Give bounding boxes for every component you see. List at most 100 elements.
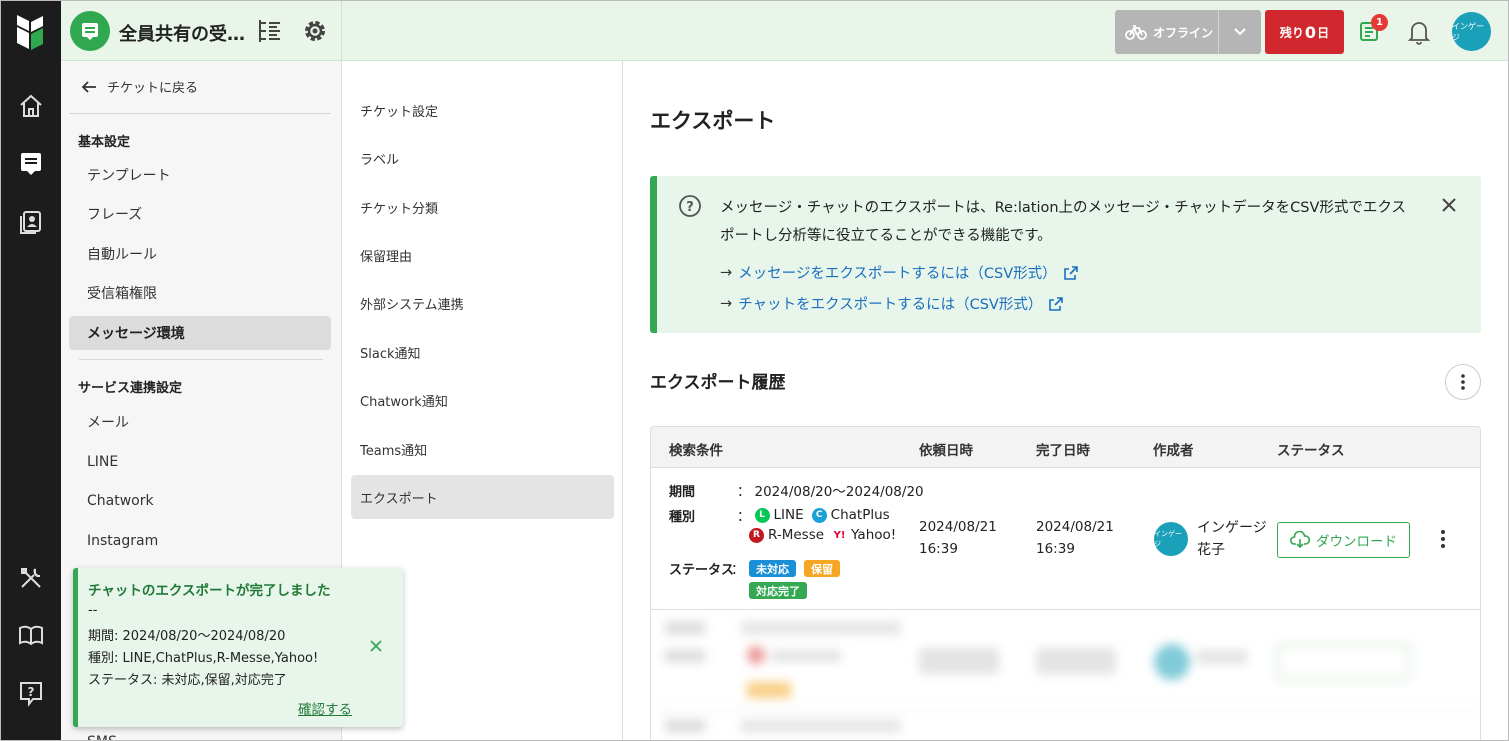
svg-text:?: ? [686,200,694,215]
contacts-icon[interactable] [16,206,46,236]
external-link-icon [1063,265,1078,280]
sidebar-item-template[interactable]: テンプレート [69,158,331,192]
export-history-title: エクスポート履歴 [650,373,786,393]
sidebar-item-inbox-permission[interactable]: 受信箱権限 [69,276,331,310]
chat-export-link-text: チャットをエクスポートするには（CSV形式） [738,297,1043,313]
toast-separator: -- [88,603,98,618]
bell-icon[interactable] [1407,19,1431,45]
section-basic-settings: 基本設定 [78,135,131,150]
status-tag-hold: 保留 [804,560,840,577]
requested-at: 2024/08/21 16:39 [919,516,997,560]
sidebar-item-instagram[interactable]: Instagram [69,524,331,558]
inbox-name[interactable]: 全員共有の受… [119,20,245,46]
row-more-icon[interactable] [1437,528,1449,550]
menu-item-external-system[interactable]: 外部システム連携 [351,281,614,325]
chevron-down-icon [1234,28,1246,36]
status-label: オフライン [1153,25,1214,40]
main-content: エクスポート ? メッセージ・チャットのエクスポートは、Re:lation上のメ… [623,61,1508,740]
toast-period: 期間: 2024/08/20〜2024/08/20 [88,629,286,644]
column-creator: 作成者 [1153,443,1194,459]
kind-values-line2: R R-Messe Y! Yahoo! [749,527,896,543]
inbox-icon[interactable] [70,11,110,51]
back-label: チケットに戻る [107,81,199,96]
toast-confirm-link[interactable]: 確認する [298,698,352,718]
sidebar-item-message-environment[interactable]: メッセージ環境 [69,316,331,350]
export-complete-toast: チャットのエクスポートが完了しました -- 期間: 2024/08/20〜202… [73,568,403,727]
info-banner: ? メッセージ・チャットのエクスポートは、Re:lation上のメッセージ・チャ… [650,176,1481,333]
app-window: ? 全員共有の受… オフライン 残り 0 日 1 インゲージ チケットに戻る 基… [0,0,1509,741]
remaining-value: 0 [1304,22,1317,42]
yahoo-channel-icon: Y! [832,527,848,543]
tools-icon[interactable] [16,563,46,593]
menu-item-ticket-settings[interactable]: チケット設定 [351,88,614,132]
creator-name-line1: インゲージ [1197,520,1267,536]
creator-avatar: インゲージ [1154,522,1188,556]
chatplus-channel-icon: C [811,507,827,523]
remaining-prefix: 残り [1279,25,1304,40]
divider [69,113,331,114]
export-history-table: 検索条件 依頼日時 完了日時 作成者 ステータス 期間 ： 2024/08/20… [650,426,1481,740]
remaining-suffix: 日 [1317,25,1330,40]
colon: ： [737,509,751,525]
sidebar-item-auto-rule[interactable]: 自動ルール [69,237,331,271]
kind-label: 種別 [669,510,696,525]
menu-item-chatwork[interactable]: Chatwork通知 [351,378,614,422]
download-button[interactable]: ダウンロード [1277,522,1410,558]
inbox-tree-icon[interactable] [257,17,283,45]
topbar-divider [341,1,342,61]
notification-badge: 1 [1371,14,1388,31]
sidebar-item-sms[interactable]: SMS [69,725,331,740]
sidebar-item-chatwork[interactable]: Chatwork [69,484,331,518]
user-avatar[interactable]: インゲージ [1452,12,1491,51]
sidebar-item-mail[interactable]: メール [69,405,331,439]
completed-time: 16:39 [1036,541,1075,557]
menu-item-hold-reason[interactable]: 保留理由 [351,233,614,277]
close-icon[interactable] [1440,196,1458,214]
toast-close-icon[interactable] [368,638,384,654]
settings-gear-icon[interactable] [301,17,329,45]
status-tag-unhandled: 未対応 [749,560,796,577]
message-export-help-link[interactable]: → メッセージをエクスポートするには（CSV形式） [720,262,1079,283]
creator-name: インゲージ 花子 [1197,517,1267,561]
help-icon[interactable]: ? [16,678,46,708]
link-arrow: → [720,264,733,281]
sidebar-item-phrase[interactable]: フレーズ [69,197,331,231]
menu-item-ticket-category[interactable]: チケット分類 [351,185,614,229]
colon: ： [731,562,745,578]
period-label: 期間 [669,485,696,500]
status-button[interactable]: オフライン [1115,24,1218,41]
chat-export-help-link[interactable]: → チャットをエクスポートするには（CSV形式） [720,293,1064,314]
section-service-settings: サービス連携設定 [78,381,183,396]
question-circle-icon: ? [679,195,701,217]
status-selector[interactable]: オフライン [1115,10,1261,54]
menu-item-export[interactable]: エクスポート [351,475,614,519]
kind-line: LINE [773,507,804,523]
kind-yahoo: Yahoo! [851,527,897,543]
toast-status: ステータス: 未対応,保留,対応完了 [88,673,287,688]
creator-name-line2: 花子 [1197,542,1225,558]
history-more-button[interactable] [1445,364,1481,400]
table-header: 検索条件 依頼日時 完了日時 作成者 ステータス [651,427,1480,468]
kind-r-messe: R-Messe [768,527,825,543]
period-range: 2024/08/20〜2024/08/20 [754,484,924,500]
kind-values-line1: ： L LINE C ChatPlus [737,505,890,525]
icon-rail: ? [1,1,61,740]
home-icon[interactable] [16,91,46,121]
status-dropdown-button[interactable] [1218,10,1261,54]
menu-item-label[interactable]: ラベル [351,136,614,180]
page-title: エクスポート [650,109,776,133]
menu-item-slack[interactable]: Slack通知 [351,330,614,374]
status-tag-done: 対応完了 [749,582,807,599]
tickets-icon[interactable] [16,148,46,178]
trial-remaining-button[interactable]: 残り 0 日 [1265,10,1344,54]
back-to-tickets-link[interactable]: チケットに戻る [81,77,198,96]
menu-item-teams[interactable]: Teams通知 [351,427,614,471]
manual-book-icon[interactable] [16,620,46,650]
arrow-left-icon [81,80,96,93]
message-export-link-text: メッセージをエクスポートするには（CSV形式） [738,266,1057,282]
sidebar-item-line[interactable]: LINE [69,445,331,479]
bicycle-icon [1125,25,1147,40]
app-logo-icon[interactable] [15,13,45,51]
toast-title: チャットのエクスポートが完了しました [88,583,331,599]
column-status: ステータス [1277,443,1345,459]
